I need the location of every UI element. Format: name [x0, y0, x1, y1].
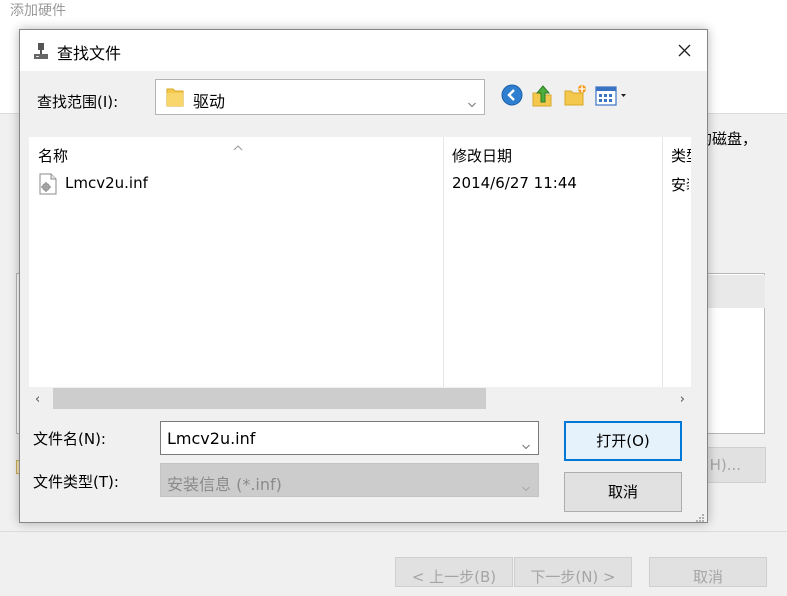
find-file-dialog: 查找文件 查找范围(I): 驱动 名称 修改日期 类 Lmcv2u.inf 20… [19, 29, 708, 523]
scrollbar-thumb[interactable] [53, 388, 486, 409]
look-in-value: 驱动 [193, 92, 226, 111]
horizontal-scrollbar[interactable]: ‹ › [29, 387, 691, 410]
wizard-back-button[interactable]: < 上一步(B) [395, 557, 513, 587]
scroll-left-icon[interactable]: ‹ [35, 392, 45, 407]
column-header-name[interactable]: 名称 [38, 145, 68, 166]
chevron-down-icon [468, 94, 476, 108]
inf-file-icon [39, 173, 57, 195]
file-modified-cell: 2014/6/27 11:44 [452, 174, 577, 192]
file-row[interactable]: Lmcv2u.inf 2014/6/27 11:44 安装信息 [29, 170, 691, 198]
file-list-view[interactable]: 名称 修改日期 类型 Lmcv2u.inf 2014/6/27 11:44 安装… [29, 137, 691, 410]
file-name-combo[interactable] [160, 421, 539, 455]
open-button[interactable]: 打开(O) [564, 421, 682, 461]
computer-device-icon [33, 42, 49, 60]
close-icon [678, 44, 690, 57]
dialog-titlebar[interactable]: 查找文件 [20, 30, 707, 71]
view-menu-icon[interactable] [595, 84, 631, 108]
cancel-button[interactable]: 取消 [564, 472, 682, 512]
file-type-label: 文件类型(T): [33, 473, 119, 491]
wizard-title: 添加硬件 [10, 3, 66, 19]
file-name-cell: Lmcv2u.inf [65, 174, 148, 192]
file-type-cell: 安装信息 [671, 176, 689, 194]
wizard-list-selection [707, 275, 765, 308]
look-in-label: 查找范围(I): [37, 93, 119, 111]
dialog-title: 查找文件 [57, 44, 122, 63]
wizard-footer-divider [0, 531, 787, 532]
chevron-down-icon[interactable] [522, 436, 530, 450]
new-folder-icon[interactable] [563, 84, 587, 108]
look-in-dropdown[interactable]: 驱动 [155, 79, 485, 115]
resize-grip-icon[interactable] [694, 509, 705, 522]
close-button[interactable] [661, 30, 707, 71]
column-header-modified[interactable]: 修改日期 [452, 145, 512, 166]
sort-ascending-icon [233, 137, 243, 151]
scroll-right-icon[interactable]: › [675, 392, 685, 407]
up-folder-icon[interactable] [531, 84, 555, 108]
file-name-input[interactable] [161, 422, 507, 454]
folder-icon [166, 86, 185, 108]
file-name-label: 文件名(N): [33, 430, 106, 448]
column-header-type[interactable]: 类型 [671, 145, 691, 166]
wizard-cancel-button[interactable]: 取消 [649, 557, 767, 587]
wizard-next-button[interactable]: 下一步(N) > [514, 557, 632, 587]
back-icon[interactable] [501, 84, 523, 108]
file-type-value: 安装信息 (*.inf) [167, 475, 282, 494]
chevron-down-icon [522, 478, 530, 492]
file-type-dropdown: 安装信息 (*.inf) [160, 463, 539, 497]
